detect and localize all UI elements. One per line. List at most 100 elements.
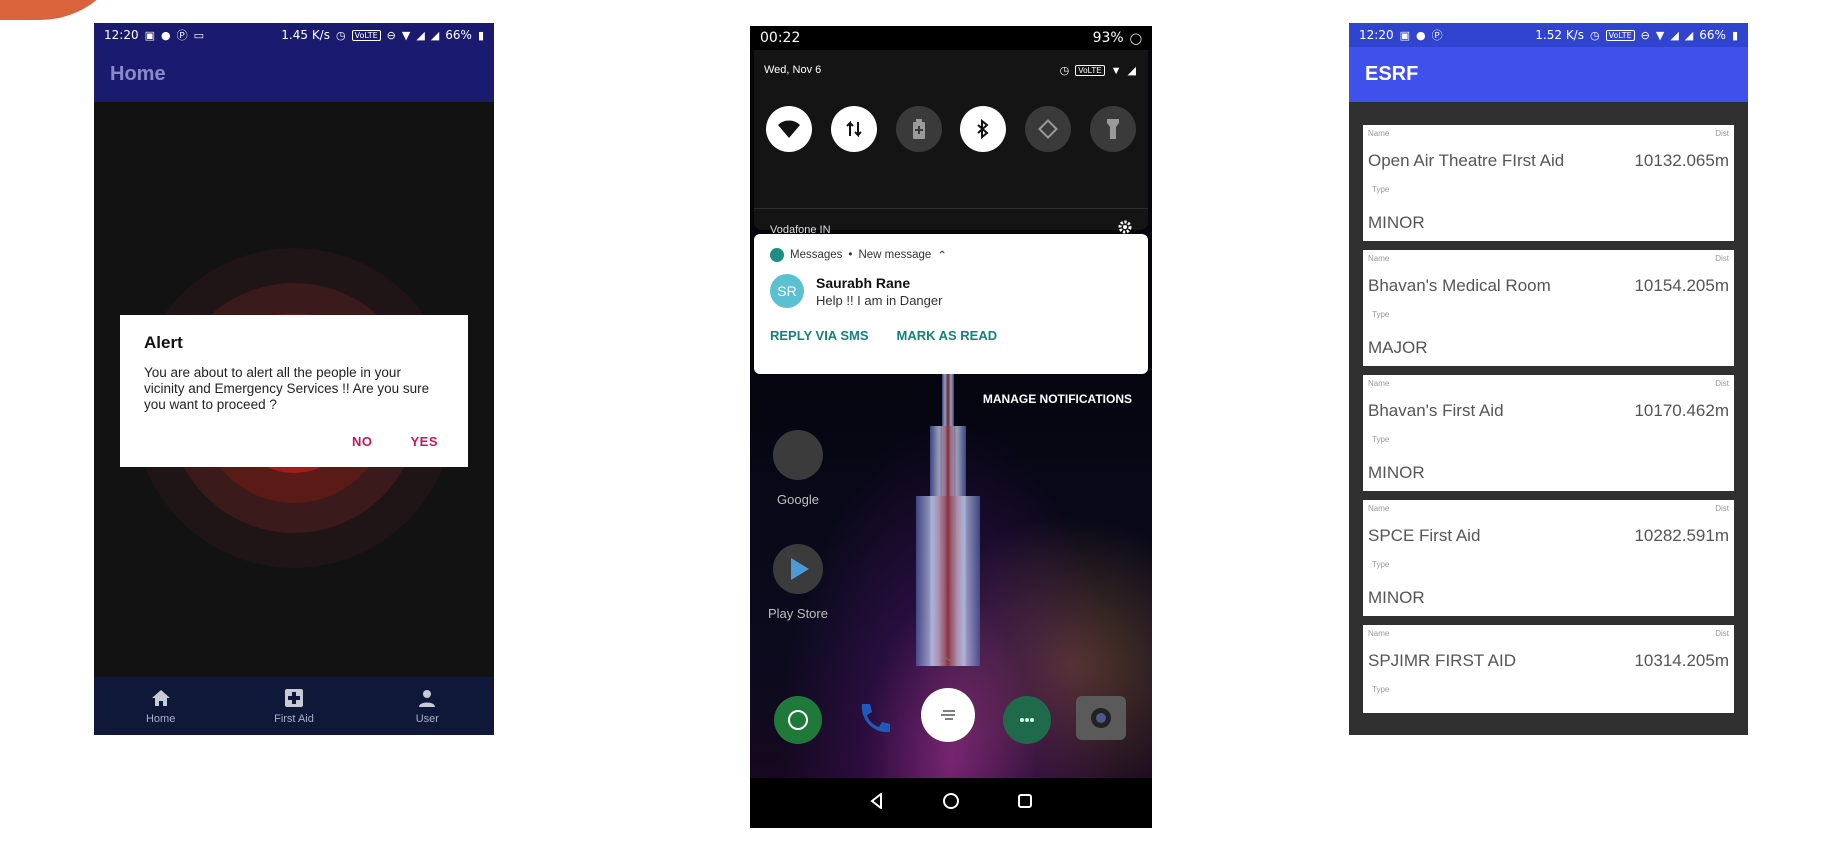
tile-auto-rotate[interactable] bbox=[1025, 106, 1072, 152]
whatsapp-icon[interactable] bbox=[774, 696, 822, 744]
item-distance: 10170.462m bbox=[1634, 401, 1729, 420]
expand-chevron-icon[interactable]: ⌃ bbox=[937, 248, 947, 262]
divider bbox=[754, 208, 1148, 209]
nav-item-home[interactable]: Home bbox=[116, 687, 206, 725]
status-time: 00:22 bbox=[760, 30, 801, 46]
wifi-icon: ▼ bbox=[1110, 64, 1122, 77]
camera-icon[interactable] bbox=[1076, 696, 1126, 740]
nav-item-first-aid[interactable]: First Aid bbox=[249, 687, 339, 725]
caption-dist: Dist bbox=[1715, 254, 1729, 263]
caption-type: Type bbox=[1372, 185, 1390, 194]
tile-flashlight[interactable] bbox=[1089, 106, 1136, 152]
notification-subtitle: New message bbox=[858, 249, 932, 261]
tile-battery-saver[interactable] bbox=[895, 106, 942, 152]
list-item[interactable]: Name Dist SPCE First Aid 10282.591m Type… bbox=[1363, 500, 1734, 616]
nav-label: User bbox=[415, 713, 439, 725]
google-folder-icon[interactable] bbox=[773, 430, 823, 480]
wifi-icon: ▼ bbox=[401, 28, 411, 42]
signal-icon: ◢ bbox=[1127, 65, 1136, 77]
list-item[interactable]: Name Dist Bhavan's Medical Room 10154.20… bbox=[1363, 250, 1734, 366]
app-bar: ESRF bbox=[1349, 47, 1748, 102]
location-icon: ● bbox=[161, 28, 171, 42]
caption-dist: Dist bbox=[1715, 379, 1729, 388]
status-bar: 12:20 ▣ ● Ⓟ ▭ 1.45 K/s ◷ VoLTE ⊖ ▼ ◢ ◢ 6… bbox=[94, 23, 494, 47]
item-type: MINOR bbox=[1368, 213, 1425, 232]
flashlight-icon bbox=[1106, 119, 1119, 139]
mark-as-read-button[interactable]: MARK AS READ bbox=[897, 328, 998, 343]
alarm-icon: ◷ bbox=[335, 28, 346, 42]
play-store-icon[interactable] bbox=[773, 544, 823, 594]
phone-screen-esrf: 12:20 ▣ ● Ⓟ 1.52 K/s ◷ VoLTE ⊖ ▼ ◢ ◢ 66%… bbox=[1349, 23, 1748, 735]
dnd-icon: ⊖ bbox=[1640, 28, 1650, 42]
battery-ring-icon: ◯ bbox=[1129, 31, 1142, 45]
list-item[interactable]: Name Dist SPJIMR FIRST AID 10314.205m Ty… bbox=[1363, 625, 1734, 713]
nav-label: Home bbox=[145, 713, 176, 725]
alarm-icon: ◷ bbox=[1589, 28, 1600, 42]
caption-type: Type bbox=[1372, 685, 1390, 694]
back-icon[interactable] bbox=[869, 791, 885, 814]
yes-button[interactable]: YES bbox=[410, 434, 438, 449]
app-label-play-store: Play Store bbox=[768, 606, 828, 621]
page-title: ESRF bbox=[1365, 63, 1419, 85]
reply-via-sms-button[interactable]: REPLY VIA SMS bbox=[770, 328, 869, 343]
tile-bluetooth[interactable] bbox=[960, 106, 1007, 152]
item-name: Bhavan's First Aid bbox=[1368, 401, 1504, 420]
dnd-icon: ⊖ bbox=[386, 28, 396, 42]
item-distance: 10154.205m bbox=[1634, 276, 1729, 295]
volte-badge: VoLTE bbox=[1075, 65, 1105, 76]
alert-dialog: Alert You are about to alert all the peo… bbox=[120, 315, 468, 467]
app-drawer-chevron-icon[interactable]: ︿ bbox=[940, 648, 952, 665]
notification-text: Help !! I am in Danger bbox=[816, 292, 943, 308]
status-time: 12:20 bbox=[1359, 28, 1394, 42]
caption-name: Name bbox=[1368, 504, 1390, 513]
dialog-message: You are about to alert all the people in… bbox=[144, 365, 430, 412]
dialog-title: Alert bbox=[144, 333, 183, 352]
volte-badge: VoLTE bbox=[351, 29, 381, 41]
item-distance: 10282.591m bbox=[1634, 526, 1729, 545]
phone-screen-home: 12:20 ▣ ● Ⓟ ▭ 1.45 K/s ◷ VoLTE ⊖ ▼ ◢ ◢ 6… bbox=[94, 23, 494, 735]
separator-dot: • bbox=[848, 249, 853, 261]
app-drawer-button[interactable] bbox=[921, 688, 975, 742]
parking-icon: Ⓟ bbox=[1431, 29, 1443, 42]
tile-wifi[interactable] bbox=[766, 106, 812, 152]
laptop-icon: ▭ bbox=[193, 28, 205, 42]
notification-sender: Saurabh Rane bbox=[816, 274, 911, 291]
user-icon bbox=[416, 687, 438, 709]
caption-name: Name bbox=[1368, 129, 1390, 138]
manage-notifications-button[interactable]: MANAGE NOTIFICATIONS bbox=[983, 392, 1132, 406]
messages-icon[interactable] bbox=[1003, 696, 1051, 744]
phone-icon[interactable] bbox=[850, 696, 898, 744]
home-icon bbox=[150, 687, 172, 709]
bottom-navigation: Home First Aid User bbox=[94, 677, 494, 735]
alarm-icon: ◷ bbox=[1059, 65, 1070, 77]
nav-item-user[interactable]: User bbox=[382, 687, 472, 725]
qs-date: Wed, Nov 6 bbox=[764, 64, 822, 76]
notification-app-name: Messages bbox=[790, 249, 843, 261]
message-notification[interactable]: Messages • New message ⌃ SR Saurabh Rane… bbox=[754, 234, 1148, 374]
quick-settings-panel: Wed, Nov 6 ◷ VoLTE ▼ ◢ Vodafone IN bbox=[754, 50, 1148, 236]
avatar: SR bbox=[770, 274, 804, 308]
battery-icon: ▮ bbox=[477, 28, 484, 42]
app-bar: Home bbox=[94, 47, 494, 102]
list-item[interactable]: Name Dist Bhavan's First Aid 10170.462m … bbox=[1363, 375, 1734, 491]
caption-dist: Dist bbox=[1715, 129, 1729, 138]
home-circle-icon[interactable] bbox=[942, 792, 960, 815]
caption-type: Type bbox=[1372, 310, 1390, 319]
caption-type: Type bbox=[1372, 435, 1390, 444]
signal-icon: ◢ bbox=[416, 28, 425, 42]
recents-icon[interactable] bbox=[1017, 793, 1033, 814]
first-aid-icon bbox=[283, 687, 305, 709]
tower-graphic bbox=[916, 496, 980, 666]
signal-icon: ◢ bbox=[430, 28, 440, 42]
battery-icon: ▮ bbox=[1731, 28, 1738, 42]
no-button[interactable]: NO bbox=[352, 434, 373, 449]
tile-mobile-data[interactable] bbox=[830, 106, 877, 152]
battery-percent: 66% bbox=[445, 28, 472, 42]
caption-dist: Dist bbox=[1715, 504, 1729, 513]
messages-app-icon bbox=[770, 248, 784, 262]
item-type: MINOR bbox=[1368, 463, 1425, 482]
list-item[interactable]: Name Dist Open Air Theatre FIrst Aid 101… bbox=[1363, 125, 1734, 241]
signal-icon: ◢ bbox=[1684, 28, 1694, 42]
parking-icon: Ⓟ bbox=[176, 29, 188, 42]
item-name: Bhavan's Medical Room bbox=[1368, 276, 1551, 295]
